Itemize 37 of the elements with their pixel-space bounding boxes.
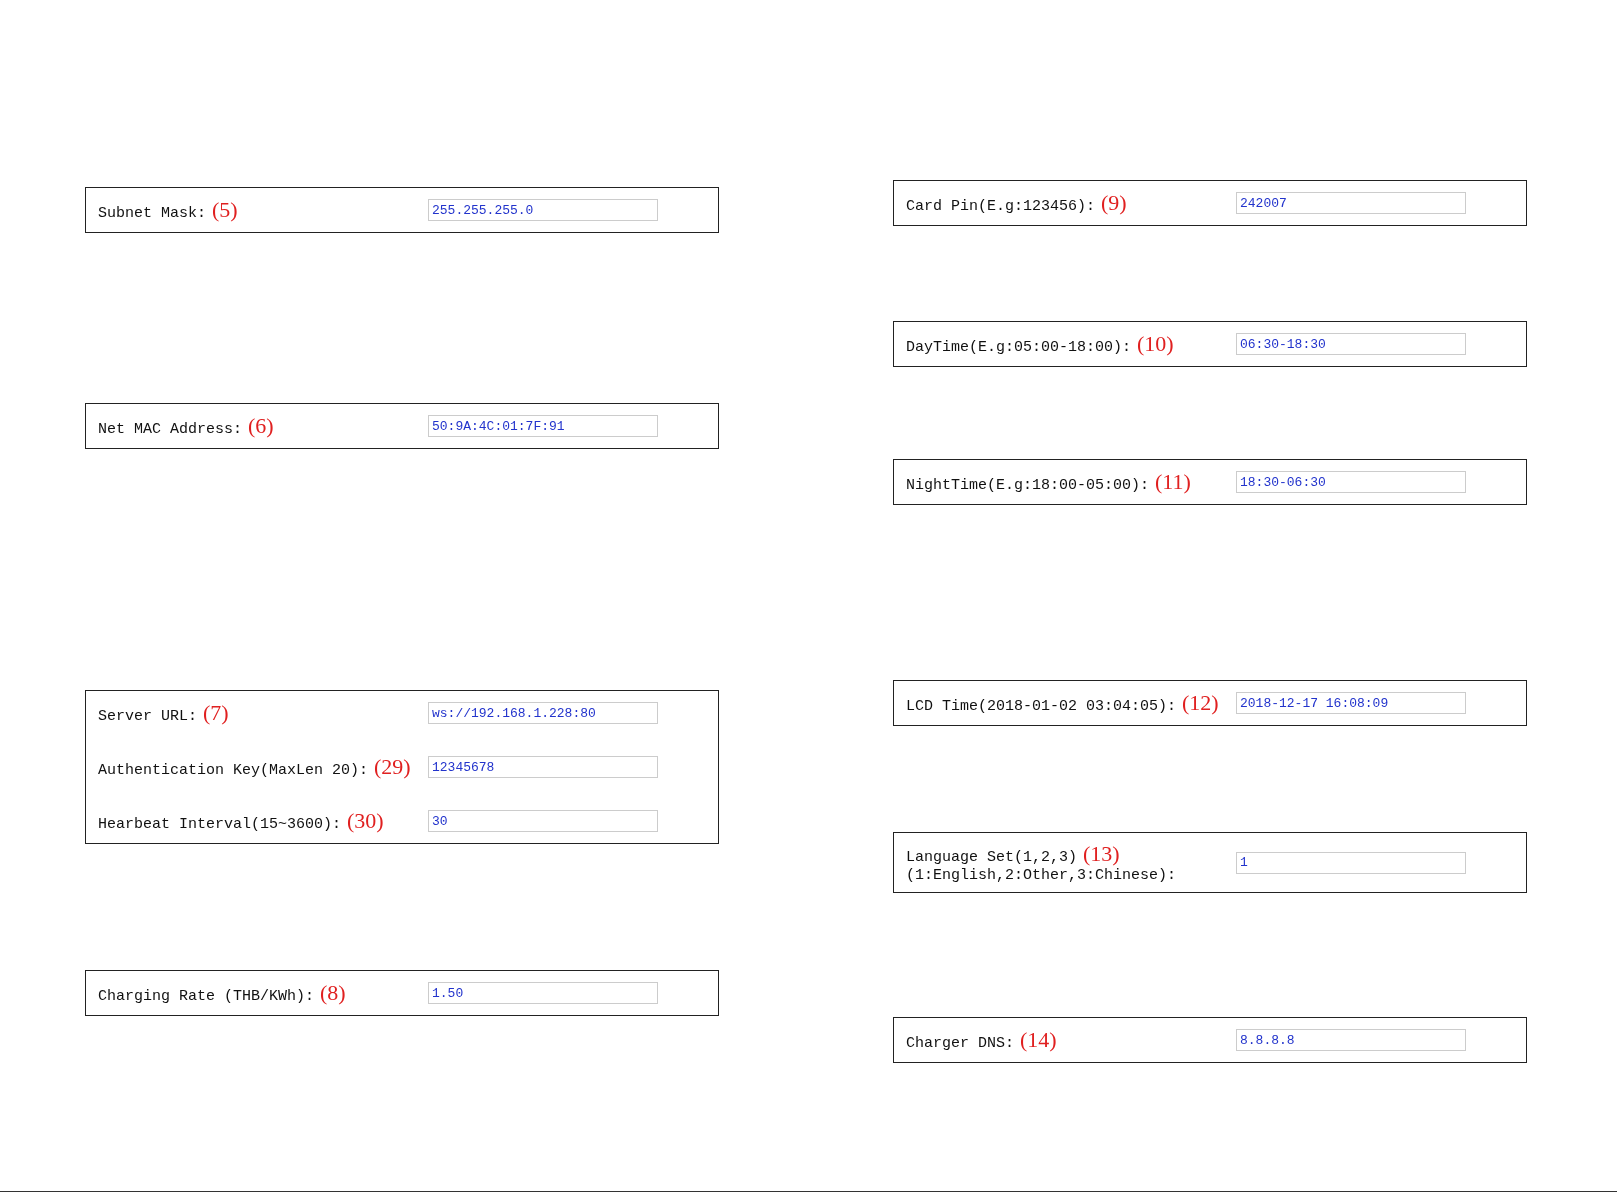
callout-number: (8) — [320, 980, 346, 1006]
field-label: Server URL: — [98, 708, 198, 725]
input-field[interactable]: 2018-12-17 16:08:09 — [1236, 692, 1466, 714]
input-field[interactable]: 06:30-18:30 — [1236, 333, 1466, 355]
input-field[interactable]: 1 — [1236, 851, 1466, 874]
field-label: Language Set(1,2,3) — [906, 849, 1078, 866]
callout-number: (5) — [212, 197, 238, 223]
input-field[interactable]: 18:30-06:30 — [1236, 471, 1466, 493]
field-label: Hearbeat Interval(15~3600): — [98, 816, 342, 833]
field-label: LCD Time(2018-01-02 03:04:05): — [906, 698, 1177, 715]
callout-number: (9) — [1101, 190, 1127, 216]
input-field[interactable]: ws://192.168.1.228:80 — [428, 702, 658, 724]
field-label: Charging Rate (THB/KWh): — [98, 988, 315, 1005]
input-field[interactable]: 12345678 — [428, 756, 658, 778]
callout-number: (7) — [203, 700, 229, 726]
field-label: NightTime(E.g:18:00-05:00): — [906, 477, 1150, 494]
callout-number: (11) — [1155, 469, 1191, 495]
field-label: Authentication Key(MaxLen 20): — [98, 762, 369, 779]
field-label: Net MAC Address: — [98, 421, 243, 438]
callout-number: (10) — [1137, 331, 1174, 357]
callout-number: (30) — [347, 808, 384, 834]
callout-number: (14) — [1020, 1027, 1057, 1053]
callout-number: (6) — [248, 413, 274, 439]
input-field[interactable]: 50:9A:4C:01:7F:91 — [428, 415, 658, 437]
field-label: Subnet Mask: — [98, 205, 207, 222]
input-field[interactable]: 242007 — [1236, 192, 1466, 214]
callout-number: (29) — [374, 754, 411, 780]
input-field[interactable]: 30 — [428, 810, 658, 832]
field-label: Card Pin(E.g:123456): — [906, 198, 1096, 215]
field-label: Charger DNS: — [906, 1035, 1015, 1052]
input-field[interactable]: 1.50 — [428, 982, 658, 1004]
callout-number: (13) — [1083, 841, 1120, 867]
input-field[interactable]: 8.8.8.8 — [1236, 1029, 1466, 1051]
field-label: DayTime(E.g:05:00-18:00): — [906, 339, 1132, 356]
input-field[interactable]: 255.255.255.0 — [428, 199, 658, 221]
field-label: (1:English,2:Other,3:Chinese): — [906, 867, 1178, 884]
callout-number: (12) — [1182, 690, 1219, 716]
